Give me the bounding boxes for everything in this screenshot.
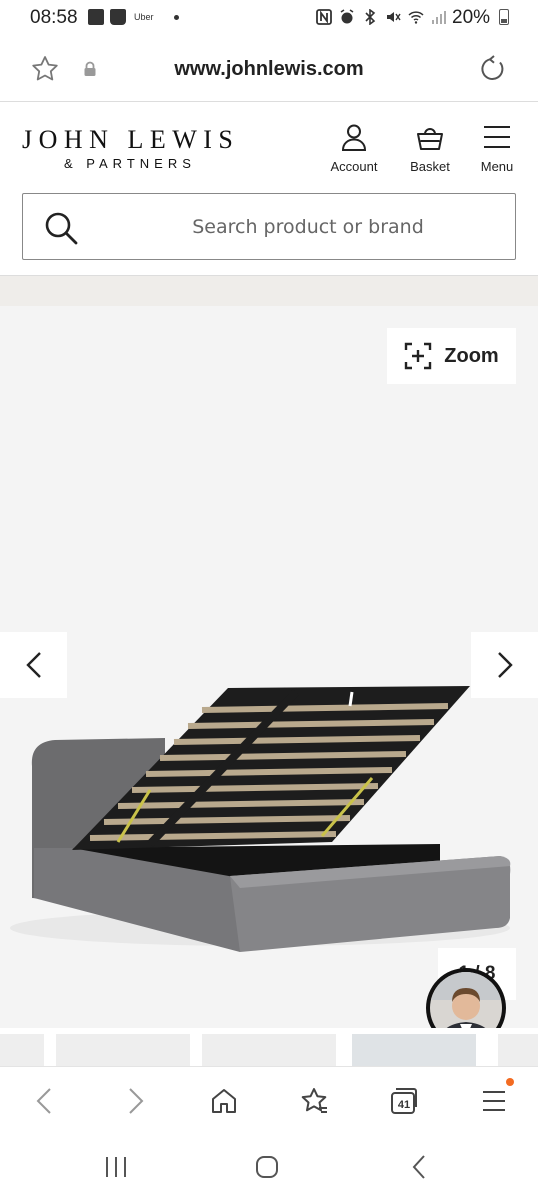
notification-icons: Uber bbox=[88, 9, 179, 25]
wifi-icon bbox=[408, 11, 424, 24]
url-text[interactable]: www.johnlewis.com bbox=[0, 58, 538, 81]
search-input[interactable] bbox=[123, 212, 493, 242]
bookmarks-star-icon bbox=[301, 1088, 327, 1113]
recent-apps-button[interactable] bbox=[101, 1152, 131, 1182]
browser-tabs-button[interactable]: 41 bbox=[386, 1083, 422, 1119]
home-icon bbox=[212, 1089, 236, 1113]
search-box[interactable] bbox=[22, 193, 516, 260]
browser-bookmarks-button[interactable] bbox=[296, 1083, 332, 1119]
thumbnail-2[interactable] bbox=[56, 1034, 190, 1068]
back-button[interactable] bbox=[404, 1152, 434, 1182]
hamburger-menu-icon bbox=[484, 126, 510, 148]
back-arrow-icon bbox=[36, 1088, 51, 1114]
reload-icon[interactable] bbox=[478, 54, 508, 84]
breadcrumb-band bbox=[0, 275, 538, 306]
tab-count: 41 bbox=[397, 1099, 411, 1111]
thumbnail-4[interactable] bbox=[352, 1034, 476, 1068]
system-icons bbox=[316, 9, 447, 25]
account-icon bbox=[341, 124, 367, 151]
home-button[interactable] bbox=[252, 1152, 282, 1182]
browser-home-button[interactable] bbox=[206, 1083, 242, 1119]
android-navigation-bar bbox=[0, 1134, 538, 1200]
browser-address-bar: www.johnlewis.com bbox=[0, 36, 538, 102]
zoom-icon bbox=[405, 342, 432, 370]
nfc-icon bbox=[316, 9, 332, 25]
thumbnail-1[interactable] bbox=[0, 1034, 44, 1068]
basket-button[interactable]: Basket bbox=[395, 123, 465, 179]
browser-back-button[interactable] bbox=[26, 1083, 62, 1119]
thumbnail-strip bbox=[0, 1028, 538, 1068]
mute-icon bbox=[387, 12, 401, 22]
logo-line-2: & PARTNERS bbox=[64, 156, 196, 171]
browser-forward-button[interactable] bbox=[118, 1083, 154, 1119]
recent-apps-icon bbox=[106, 1157, 126, 1177]
menu-label: Menu bbox=[480, 159, 514, 174]
back-chevron-icon bbox=[412, 1155, 425, 1179]
battery-percent: 20% bbox=[452, 7, 491, 28]
uber-notification-label: Uber bbox=[134, 12, 154, 22]
site-header: JOHN LEWIS & PARTNERS Account Basket Men… bbox=[0, 103, 538, 275]
menu-button[interactable]: Menu bbox=[462, 123, 532, 179]
thumbnail-5[interactable] bbox=[498, 1034, 538, 1068]
status-bar: 08:58 Uber 20% bbox=[0, 0, 538, 36]
signal-icon bbox=[432, 11, 446, 24]
image-icon bbox=[88, 9, 104, 25]
more-notifications-dot bbox=[173, 14, 179, 20]
browser-menu-icon bbox=[483, 1091, 505, 1111]
browser-toolbar: 41 bbox=[0, 1066, 538, 1134]
account-label: Account bbox=[330, 159, 378, 174]
browser-menu-button[interactable] bbox=[476, 1083, 512, 1119]
zoom-label: Zoom bbox=[444, 344, 499, 367]
status-time: 08:58 bbox=[30, 7, 78, 28]
shopping-bag-icon bbox=[110, 9, 126, 25]
menu-notification-dot bbox=[506, 1078, 514, 1086]
ottoman-bed-product-image bbox=[10, 686, 511, 952]
zoom-button[interactable]: Zoom bbox=[387, 328, 516, 384]
john-lewis-logo[interactable]: JOHN LEWIS & PARTNERS bbox=[22, 125, 239, 171]
forward-arrow-icon bbox=[129, 1088, 144, 1114]
search-icon[interactable] bbox=[44, 211, 78, 245]
bluetooth-icon bbox=[365, 9, 376, 25]
account-button[interactable]: Account bbox=[319, 123, 389, 179]
product-image-gallery[interactable]: Zoom bbox=[0, 306, 538, 1028]
basket-icon bbox=[417, 128, 443, 150]
thumbnail-3[interactable] bbox=[202, 1034, 336, 1068]
battery-icon bbox=[499, 9, 509, 25]
alarm-icon bbox=[340, 9, 354, 24]
home-circle-icon bbox=[256, 1156, 278, 1178]
basket-label: Basket bbox=[410, 159, 450, 174]
logo-line-1: JOHN LEWIS bbox=[22, 125, 240, 154]
